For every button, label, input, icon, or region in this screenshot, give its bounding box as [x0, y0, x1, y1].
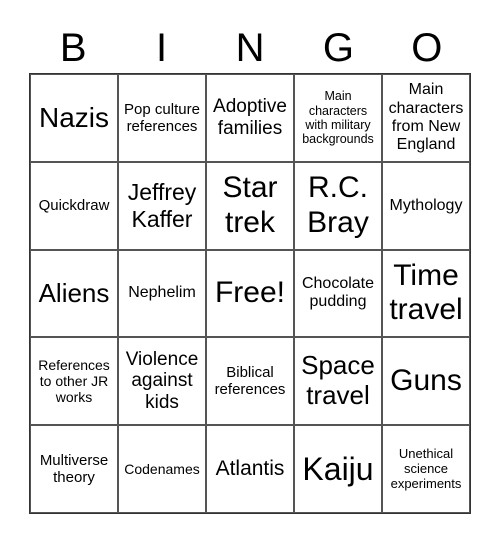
bingo-cell-label: Aliens	[38, 277, 110, 308]
bingo-cell[interactable]: Aliens	[30, 249, 118, 338]
bingo-cell[interactable]: Nephelim	[118, 249, 206, 338]
bingo-cell-label: Unethical science experiments	[390, 445, 462, 491]
bingo-cell-label: Adoptive families	[213, 96, 287, 139]
bingo-cell[interactable]: Violence against kids	[118, 337, 206, 426]
bingo-cell[interactable]: Time travel	[382, 249, 470, 338]
bingo-cell-label: Guns	[390, 364, 462, 398]
bingo-cell-label: Quickdraw	[38, 197, 110, 215]
header-letter-n: N	[235, 26, 265, 70]
bingo-cell[interactable]: Biblical references	[206, 337, 294, 426]
header-letter-b: B	[59, 26, 87, 70]
bingo-cell-label: Atlantis	[215, 457, 285, 481]
bingo-cell-label: Chocolate pudding	[301, 275, 375, 311]
header-letter-o: O	[411, 26, 443, 70]
bingo-cell-label: Jeffrey Kaffer	[127, 179, 197, 232]
bingo-cell[interactable]: Main characters with military background…	[294, 74, 382, 162]
bingo-cell-label: Kaiju	[302, 450, 374, 487]
bingo-cell-label: Free!	[214, 276, 286, 310]
bingo-cell[interactable]: Mythology	[382, 161, 470, 250]
bingo-cell-label: Pop culture references	[124, 100, 200, 135]
bingo-cell-label: Multiverse theory	[39, 451, 109, 487]
bingo-cell[interactable]: Unethical science experiments	[382, 425, 470, 513]
bingo-cell[interactable]: Multiverse theory	[30, 425, 118, 513]
bingo-cell-label: Space travel	[301, 350, 375, 411]
bingo-cell[interactable]: Space travel	[294, 337, 382, 426]
header-letter-i: I	[156, 26, 168, 70]
bingo-cell[interactable]: Free!	[206, 249, 294, 338]
bingo-cell[interactable]: Nazis	[30, 74, 118, 162]
bingo-cell[interactable]: Guns	[382, 337, 470, 426]
bingo-cell[interactable]: Main characters from New England	[382, 74, 470, 162]
bingo-cell[interactable]: Chocolate pudding	[294, 249, 382, 338]
bingo-cell-label: R.C. Bray	[307, 171, 369, 239]
bingo-cell-label: Star trek	[222, 171, 278, 239]
bingo-cell-label: Nephelim	[128, 284, 196, 302]
bingo-cell[interactable]: Atlantis	[206, 425, 294, 513]
bingo-cell-label: Mythology	[389, 196, 463, 214]
bingo-header: B I N G O	[29, 24, 471, 72]
bingo-cell-label: Time travel	[389, 258, 463, 327]
bingo-cell-label: References to other JR works	[38, 357, 110, 406]
bingo-cell[interactable]: Quickdraw	[30, 161, 118, 250]
bingo-cell[interactable]: References to other JR works	[30, 337, 118, 426]
bingo-cell-label: Nazis	[38, 101, 109, 133]
bingo-cell[interactable]: Star trek	[206, 161, 294, 250]
bingo-cell[interactable]: Pop culture references	[118, 74, 206, 162]
bingo-cell-label: Main characters with military background…	[302, 89, 374, 147]
bingo-cell-label: Codenames	[124, 461, 200, 478]
bingo-cell-label: Violence against kids	[125, 348, 199, 414]
bingo-cell-label: Main characters from New England	[388, 81, 464, 154]
header-letter-g: G	[322, 26, 354, 70]
bingo-cell[interactable]: Adoptive families	[206, 74, 294, 162]
bingo-cell-label: Biblical references	[214, 364, 286, 399]
bingo-cell[interactable]: Jeffrey Kaffer	[118, 161, 206, 250]
bingo-cell[interactable]: R.C. Bray	[294, 161, 382, 250]
bingo-cell[interactable]: Kaiju	[294, 425, 382, 513]
bingo-cell[interactable]: Codenames	[118, 425, 206, 513]
bingo-grid: Nazis Pop culture references Adoptive fami…	[29, 73, 471, 514]
